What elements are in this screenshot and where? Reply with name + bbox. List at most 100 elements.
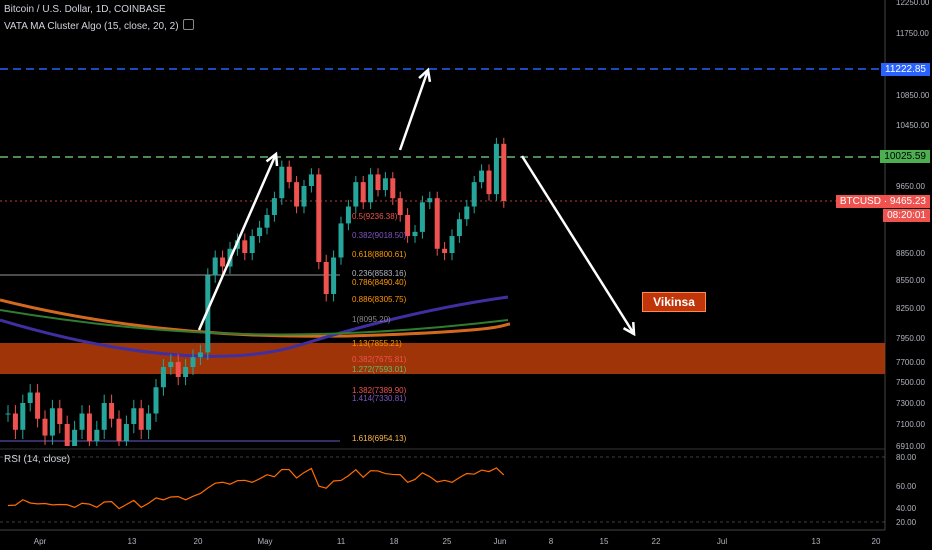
fib-level-label: 0.618(8800.61) <box>352 250 407 259</box>
candle-body <box>331 257 337 294</box>
author-watermark: Vikinsa <box>642 292 706 312</box>
level-badge-green: 10025.59 <box>880 150 930 163</box>
candle-body <box>286 166 292 183</box>
candle-body <box>301 186 307 207</box>
x-tick-label: 11 <box>337 537 346 546</box>
fib-level-label: 0.886(8305.75) <box>352 295 407 304</box>
y-tick-label: 6910.00 <box>896 442 925 451</box>
candle-body <box>353 182 359 207</box>
candle-body <box>308 174 314 186</box>
candle-body <box>183 367 189 377</box>
candle-body <box>279 166 285 199</box>
rsi-tick-label: 80.00 <box>896 453 917 462</box>
candle-body <box>427 198 433 203</box>
candle-body <box>57 408 63 424</box>
arrow-up-1 <box>197 153 278 331</box>
fib-level-label: 0.382(7675.81) <box>352 355 407 364</box>
candle-body <box>109 403 115 419</box>
rsi-tick-label: 40.00 <box>896 504 917 513</box>
fib-level-label: 1.618(6954.13) <box>352 434 407 443</box>
symbol-title: Bitcoin / U.S. Dollar, 1D, COINBASE <box>4 4 166 15</box>
candle-body <box>323 262 329 294</box>
candle-body <box>64 424 70 446</box>
candle-body <box>160 367 166 388</box>
candle-body <box>116 418 122 442</box>
candle-body <box>456 219 462 237</box>
candle-body <box>486 170 492 195</box>
candle-body <box>146 413 152 430</box>
candle-body <box>138 408 144 430</box>
arrow-up-2 <box>398 69 430 151</box>
candle-body <box>434 198 440 249</box>
fib-level-label: 1(8095.20) <box>352 315 391 324</box>
candle-body <box>264 214 270 228</box>
candle-body <box>79 413 85 430</box>
candle-body <box>449 236 455 253</box>
y-tick-label: 10450.00 <box>896 121 930 130</box>
candle-body <box>49 408 55 436</box>
candle-body <box>471 182 477 207</box>
rsi-tick-label: 20.00 <box>896 518 917 527</box>
y-tick-label: 7100.00 <box>896 420 925 429</box>
candle-body <box>345 206 351 224</box>
candle-body <box>368 174 374 203</box>
x-tick-label: 20 <box>872 537 881 546</box>
ma-fast-curve <box>0 309 509 336</box>
candle-body <box>5 413 11 415</box>
price-chart[interactable]: 12250.00 11750.00 10850.00 10450.00 9650.00 8… <box>0 0 932 550</box>
candle-body <box>101 403 107 430</box>
x-tick-label: 22 <box>652 537 661 546</box>
candle-body <box>212 257 218 276</box>
arrow-down <box>520 155 636 335</box>
candle-body <box>190 357 196 367</box>
settings-icon[interactable] <box>182 19 194 30</box>
candle-body <box>397 198 403 215</box>
y-tick-label: 7500.00 <box>896 378 925 387</box>
candle-body <box>123 424 129 442</box>
candle-body <box>412 231 418 237</box>
candle-body <box>375 174 381 191</box>
ma-slow-curve <box>0 298 511 338</box>
x-tick-label: Jul <box>717 537 727 546</box>
candle-body <box>419 202 425 232</box>
candle-body <box>316 174 322 262</box>
candle-body <box>35 392 41 419</box>
x-tick-label: 15 <box>600 537 609 546</box>
x-tick-label: 18 <box>390 537 399 546</box>
y-tick-label: 8550.00 <box>896 276 925 285</box>
candle-body <box>86 413 92 442</box>
x-tick-label: May <box>257 537 272 546</box>
fib-level-label: 0.5(9236.38) <box>352 212 398 221</box>
candle-body <box>197 352 203 358</box>
y-tick-label: 8850.00 <box>896 249 925 258</box>
candle-body <box>464 206 470 220</box>
y-tick-label: 9650.00 <box>896 182 925 191</box>
candle-body <box>20 403 26 430</box>
candle-body <box>42 418 48 436</box>
rsi-tick-label: 60.00 <box>896 482 917 491</box>
y-tick-label: 8250.00 <box>896 304 925 313</box>
x-tick-label: Jun <box>494 537 507 546</box>
fib-level-label: 1.272(7593.01) <box>352 365 407 374</box>
y-tick-label: 7950.00 <box>896 334 925 343</box>
candle-body <box>257 227 263 237</box>
indicator-title: VATA MA Cluster Algo (15, close, 20, 2) <box>4 19 194 32</box>
candle-body <box>360 182 366 203</box>
candle-body <box>493 143 499 195</box>
candle-body <box>175 362 181 377</box>
candle-body <box>271 198 277 215</box>
ticker-badge: BTCUSD · 9465.23 <box>835 195 930 208</box>
x-tick-label: 25 <box>443 537 452 546</box>
y-tick-label: 11750.00 <box>896 29 929 38</box>
fib-level-label: 0.236(8583.16) <box>352 269 407 278</box>
candle-body <box>220 257 226 267</box>
candle-body <box>442 248 448 253</box>
candle-body <box>12 413 18 430</box>
fib-level-label: 1.13(7855.21) <box>352 339 402 348</box>
y-tick-label: 10850.00 <box>896 91 930 100</box>
x-tick-label: 8 <box>549 537 554 546</box>
candle-body <box>479 170 485 183</box>
fib-level-label: 0.382(9018.50) <box>352 231 407 240</box>
candle-body <box>242 240 248 253</box>
candle-body <box>249 236 255 253</box>
